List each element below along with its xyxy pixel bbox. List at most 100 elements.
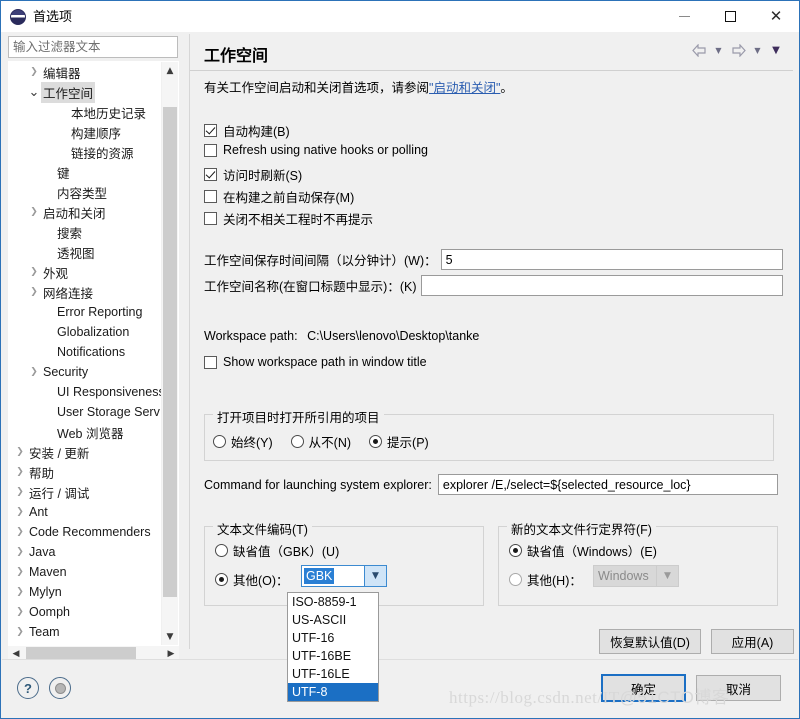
sidebar-item-3[interactable]: 构建顺序 <box>9 122 162 142</box>
checkbox-icon[interactable] <box>204 212 217 225</box>
sidebar-item-8[interactable]: 搜索 <box>9 222 162 242</box>
explorer-command-input[interactable] <box>437 474 778 495</box>
sidebar-item-17[interactable]: User Storage Serv <box>9 402 162 422</box>
encoding-option-2[interactable]: UTF-16 <box>288 629 378 647</box>
sidebar-item-4[interactable]: 链接的资源 <box>9 142 162 162</box>
page-menu-caret-icon[interactable]: ▼ <box>767 39 785 61</box>
sidebar-item-6[interactable]: 内容类型 <box>9 182 162 202</box>
chevron-right-icon[interactable]: ❯ <box>27 287 41 297</box>
back-button[interactable] <box>689 39 709 61</box>
minimize-button[interactable] <box>661 1 707 32</box>
sidebar-item-18[interactable]: Web 浏览器 <box>9 422 162 442</box>
radio-encoding-other[interactable]: 其他(O)： <box>215 570 289 589</box>
sidebar-item-13[interactable]: Globalization <box>9 322 162 342</box>
encoding-option-3[interactable]: UTF-16BE <box>288 647 378 665</box>
checkbox-auto-build[interactable]: 自动构建(B) <box>204 121 290 140</box>
chevron-right-icon[interactable]: ❯ <box>27 67 41 77</box>
radio-icon[interactable] <box>215 544 228 557</box>
checkbox-icon[interactable] <box>204 143 217 157</box>
sidebar-item-20[interactable]: ❯ 帮助 <box>9 462 162 482</box>
encoding-option-1[interactable]: US-ASCII <box>288 611 378 629</box>
radio-encoding-default[interactable]: 缺省值（GBK）(U) <box>215 541 339 560</box>
sidebar-item-24[interactable]: ❯ Java <box>9 542 162 562</box>
encoding-option-5[interactable]: UTF-8 <box>288 683 378 701</box>
checkbox-icon[interactable] <box>204 190 217 203</box>
maximize-button[interactable] <box>707 1 753 32</box>
radio-prompt[interactable]: 提示(P) <box>369 432 429 451</box>
encoding-combo[interactable]: GBK ▼ <box>301 565 387 587</box>
tree-vertical-scrollbar[interactable]: ▲ ▼ <box>161 62 178 645</box>
encoding-option-0[interactable]: ISO-8859-1 <box>288 593 378 611</box>
sidebar-item-11[interactable]: ❯ 网络连接 <box>9 282 162 302</box>
tree-scroll-thumb[interactable] <box>163 107 177 597</box>
radio-delimiter-other[interactable]: 其他(H)： <box>509 570 582 589</box>
sidebar-item-12[interactable]: Error Reporting <box>9 302 162 322</box>
checkbox-icon[interactable] <box>204 355 217 369</box>
radio-icon[interactable] <box>509 573 522 586</box>
sidebar-item-0[interactable]: ❯ 编辑器 <box>9 62 162 82</box>
radio-always[interactable]: 始终(Y) <box>213 432 273 451</box>
chevron-right-icon[interactable]: ❯ <box>13 527 27 537</box>
chevron-right-icon[interactable]: ❯ <box>27 367 41 377</box>
sidebar-item-21[interactable]: ❯ 运行 / 调试 <box>9 482 162 502</box>
radio-icon[interactable] <box>215 573 228 586</box>
checkbox-icon[interactable] <box>204 168 217 181</box>
sidebar-item-27[interactable]: ❯ Oomph <box>9 602 162 622</box>
startup-shutdown-link[interactable]: "启动和关闭" <box>429 81 500 95</box>
sidebar-item-25[interactable]: ❯ Maven <box>9 562 162 582</box>
encoding-dropdown-list[interactable]: ISO-8859-1 US-ASCII UTF-16 UTF-16BE UTF-16LE… <box>287 592 379 702</box>
restore-defaults-button[interactable]: 恢复默认值(D) <box>599 629 701 654</box>
chevron-right-icon[interactable]: ❯ <box>13 467 27 477</box>
radio-delimiter-default[interactable]: 缺省值（Windows）(E) <box>509 541 657 560</box>
chevron-right-icon[interactable]: ❯ <box>13 587 27 597</box>
chevron-right-icon[interactable]: ❯ <box>13 627 27 637</box>
forward-button[interactable] <box>728 39 748 61</box>
sidebar-item-10[interactable]: ❯ 外观 <box>9 262 162 282</box>
ok-button[interactable]: 确定 <box>601 674 686 702</box>
checkbox-icon[interactable] <box>204 124 217 137</box>
scroll-up-icon[interactable]: ▲ <box>162 62 178 79</box>
radio-icon[interactable] <box>369 435 383 448</box>
sidebar-item-15[interactable]: ❯ Security <box>9 362 162 382</box>
sidebar-item-28[interactable]: ❯ Team <box>9 622 162 642</box>
filter-input[interactable] <box>8 36 178 58</box>
sidebar-item-16[interactable]: UI Responsiveness <box>9 382 162 402</box>
back-dropdown-caret-icon[interactable]: ▼ <box>712 39 725 61</box>
encoding-option-4[interactable]: UTF-16LE <box>288 665 378 683</box>
chevron-right-icon[interactable]: ❯ <box>13 507 27 517</box>
checkbox-show-workspace-path[interactable]: Show workspace path in window title <box>204 355 427 369</box>
cancel-button[interactable]: 取消 <box>696 675 781 701</box>
forward-dropdown-caret-icon[interactable]: ▼ <box>751 39 764 61</box>
sidebar-item-22[interactable]: ❯ Ant <box>9 502 162 522</box>
workspace-name-input[interactable] <box>420 275 783 296</box>
chevron-down-icon[interactable]: ▼ <box>364 566 386 586</box>
sidebar-item-7[interactable]: ❯ 启动和关闭 <box>9 202 162 222</box>
radio-icon[interactable] <box>290 435 304 448</box>
radio-icon[interactable] <box>509 544 522 557</box>
chevron-right-icon[interactable]: ❯ <box>13 607 27 617</box>
chevron-right-icon[interactable]: ❯ <box>27 207 41 217</box>
checkbox-close-unrelated-projects[interactable]: 关闭不相关工程时不再提示 <box>204 209 373 228</box>
status-indicator-icon[interactable] <box>49 677 71 699</box>
checkbox-refresh-on-access[interactable]: 访问时刷新(S) <box>204 165 302 184</box>
sidebar-item-5[interactable]: 键 <box>9 162 162 182</box>
close-button[interactable]: ✕ <box>753 1 799 32</box>
chevron-right-icon[interactable]: ❯ <box>13 487 27 497</box>
sidebar-item-23[interactable]: ❯ Code Recommenders <box>9 522 162 542</box>
chevron-right-icon[interactable]: ❯ <box>13 567 27 577</box>
help-icon[interactable]: ? <box>17 677 39 699</box>
radio-never[interactable]: 从不(N) <box>290 432 351 451</box>
checkbox-save-before-build[interactable]: 在构建之前自动保存(M) <box>204 187 354 206</box>
checkbox-refresh-native-hooks[interactable]: Refresh using native hooks or polling <box>204 143 428 157</box>
sidebar-item-1[interactable]: ⌄ 工作空间 <box>9 81 162 103</box>
radio-icon[interactable] <box>213 435 226 448</box>
save-interval-input[interactable] <box>440 249 783 270</box>
sidebar-item-2[interactable]: 本地历史记录 <box>9 102 162 122</box>
sidebar-item-9[interactable]: 透视图 <box>9 242 162 262</box>
chevron-down-icon[interactable]: ⌄ <box>27 86 41 99</box>
chevron-right-icon[interactable]: ❯ <box>13 547 27 557</box>
chevron-right-icon[interactable]: ❯ <box>27 267 41 277</box>
sidebar-item-26[interactable]: ❯ Mylyn <box>9 582 162 602</box>
apply-button[interactable]: 应用(A) <box>711 629 794 654</box>
sidebar-item-19[interactable]: ❯ 安装 / 更新 <box>9 442 162 462</box>
